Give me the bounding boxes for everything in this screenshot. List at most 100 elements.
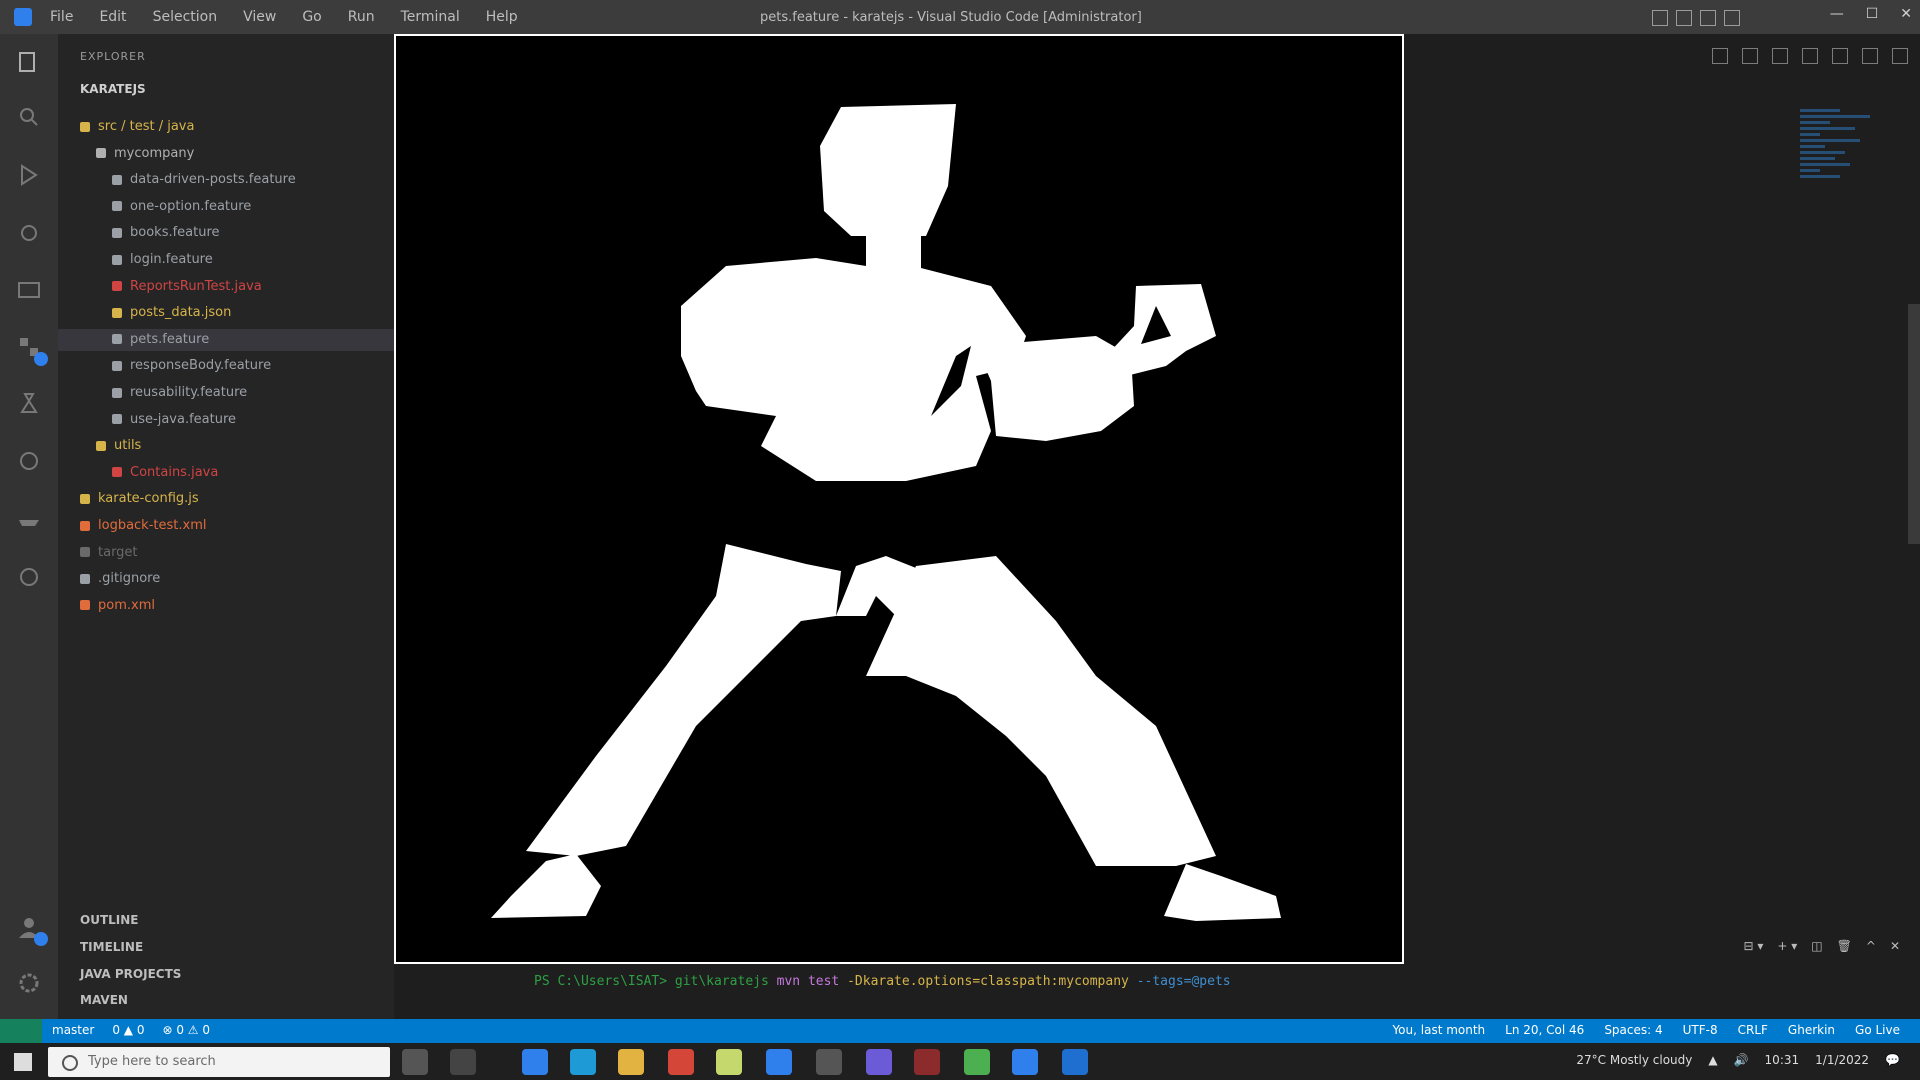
settings-gear-icon[interactable] <box>16 970 42 996</box>
clock-date[interactable]: 1/1/2022 <box>1815 1053 1869 1067</box>
tree-item-label: one-option.feature <box>130 198 252 214</box>
customize-layout-icon[interactable] <box>1724 10 1740 26</box>
tree-item[interactable]: books.feature <box>112 222 220 244</box>
toggle-secondary-sidebar-icon[interactable] <box>1700 10 1716 26</box>
volume-icon[interactable]: 🔊 <box>1734 1053 1749 1067</box>
search-icon[interactable] <box>16 104 42 130</box>
menu-selection[interactable]: Selection <box>153 9 218 25</box>
problems-count[interactable]: ⊗ 0 ⚠ 0 <box>162 1023 210 1037</box>
timeline-icon[interactable] <box>16 448 42 474</box>
toggle-panel-icon[interactable] <box>1676 10 1692 26</box>
network-icon[interactable]: ▲ <box>1708 1053 1717 1067</box>
tree-item[interactable]: mycompany <box>96 143 194 165</box>
tree-item[interactable]: posts_data.json <box>112 302 231 324</box>
task-view-icon[interactable] <box>450 1049 476 1075</box>
kill-terminal-icon[interactable]: 🗑 <box>1837 939 1852 953</box>
split-editor-icon[interactable] <box>1862 48 1878 64</box>
tree-item[interactable]: src / test / java <box>80 116 194 138</box>
menu-help[interactable]: Help <box>486 9 518 25</box>
new-terminal-icon[interactable]: + ▾ <box>1777 939 1797 953</box>
weather-widget[interactable]: 27°C Mostly cloudy <box>1576 1053 1692 1067</box>
previous-change-icon[interactable] <box>1772 48 1788 64</box>
teams-icon[interactable] <box>866 1049 892 1075</box>
terminal-taskbar-icon[interactable] <box>816 1049 842 1075</box>
run-icon[interactable] <box>1712 48 1728 64</box>
tree-item[interactable]: Contains.java <box>112 462 218 484</box>
taskbar-search-box[interactable]: Type here to search <box>48 1047 390 1077</box>
tree-item[interactable]: use-java.feature <box>112 409 236 431</box>
tree-item[interactable]: pets.feature <box>58 328 448 351</box>
app-doc-icon[interactable] <box>1062 1049 1088 1075</box>
menu-run[interactable]: Run <box>348 9 375 25</box>
close-icon[interactable]: ✕ <box>1900 6 1912 22</box>
maven-section[interactable]: MAVEN <box>80 993 128 1007</box>
remote-indicator-icon[interactable] <box>0 1019 42 1043</box>
sync-status[interactable]: 0 ▲ 0 <box>112 1023 144 1037</box>
clock-time[interactable]: 10:31 <box>1765 1053 1800 1067</box>
tree-item[interactable]: karate-config.js <box>80 488 199 510</box>
tree-item[interactable]: .gitignore <box>80 568 160 590</box>
source-control-icon[interactable] <box>16 162 42 188</box>
minimize-icon[interactable]: — <box>1830 6 1844 22</box>
editor-scrollbar[interactable] <box>1908 304 1920 544</box>
browser-icon[interactable] <box>570 1049 596 1075</box>
run-debug-icon[interactable] <box>16 220 42 246</box>
chrome-icon[interactable] <box>668 1049 694 1075</box>
cursor-position[interactable]: Ln 20, Col 46 <box>1505 1023 1584 1037</box>
git-blame[interactable]: You, last month <box>1392 1023 1485 1037</box>
file-explorer-icon[interactable] <box>618 1049 644 1075</box>
compare-icon[interactable] <box>1742 48 1758 64</box>
tree-item[interactable]: pom.xml <box>80 595 155 617</box>
encoding[interactable]: UTF-8 <box>1683 1023 1718 1037</box>
maximize-panel-icon[interactable]: ^ <box>1866 939 1876 953</box>
java-projects-icon[interactable] <box>16 564 42 590</box>
tree-item[interactable]: logback-test.xml <box>80 515 206 537</box>
testing-icon[interactable] <box>16 390 42 416</box>
menu-terminal[interactable]: Terminal <box>401 9 460 25</box>
java-projects-section[interactable]: JAVA PROJECTS <box>80 967 181 981</box>
windows-start-icon[interactable] <box>14 1053 32 1071</box>
open-changes-icon[interactable] <box>1832 48 1848 64</box>
menu-file[interactable]: File <box>50 9 73 25</box>
tree-item[interactable]: login.feature <box>112 249 213 271</box>
terminal-dropdown-icon[interactable]: ⊟ ▾ <box>1743 939 1763 953</box>
more-actions-icon[interactable] <box>1892 48 1908 64</box>
tree-item[interactable]: reusability.feature <box>112 382 247 404</box>
cortana-icon[interactable] <box>402 1049 428 1075</box>
tree-item[interactable]: ReportsRunTest.java <box>112 276 262 298</box>
explorer-icon[interactable] <box>16 50 42 76</box>
terminal-command-line[interactable]: PS C:\Users\ISAT> git\karatejs mvn test … <box>534 974 1231 989</box>
menu-edit[interactable]: Edit <box>99 9 126 25</box>
language-mode[interactable]: Gherkin <box>1788 1023 1835 1037</box>
notepad-icon[interactable] <box>716 1049 742 1075</box>
vscode-taskbar-icon[interactable] <box>766 1049 792 1075</box>
line-ending[interactable]: CRLF <box>1738 1023 1768 1037</box>
git-branch[interactable]: master <box>52 1023 94 1037</box>
docker-icon[interactable] <box>16 506 42 532</box>
tree-item-label: books.feature <box>130 225 220 241</box>
go-live-button[interactable]: Go Live <box>1855 1023 1900 1037</box>
maximize-icon[interactable]: ☐ <box>1866 6 1879 22</box>
toggle-sidebar-icon[interactable] <box>1652 10 1668 26</box>
workspace-root[interactable]: KARATEJS <box>80 82 146 96</box>
tree-item[interactable]: utils <box>96 435 141 457</box>
menu-go[interactable]: Go <box>302 9 321 25</box>
notification-icon[interactable]: 💬 <box>1885 1053 1900 1067</box>
close-panel-icon[interactable]: ✕ <box>1890 939 1900 953</box>
tree-item[interactable]: responseBody.feature <box>112 355 271 377</box>
next-change-icon[interactable] <box>1802 48 1818 64</box>
minimap[interactable] <box>1800 106 1880 306</box>
split-terminal-icon[interactable]: ◫ <box>1811 939 1822 953</box>
tree-item[interactable]: target <box>80 542 138 564</box>
edge-icon[interactable] <box>522 1049 548 1075</box>
outline-section[interactable]: OUTLINE <box>80 913 138 927</box>
tree-item[interactable]: data-driven-posts.feature <box>112 169 296 191</box>
remote-explorer-icon[interactable] <box>16 278 42 304</box>
indentation[interactable]: Spaces: 4 <box>1604 1023 1662 1037</box>
menu-view[interactable]: View <box>243 9 276 25</box>
app-blue-icon[interactable] <box>1012 1049 1038 1075</box>
tree-item[interactable]: one-option.feature <box>112 196 251 218</box>
opera-icon[interactable] <box>914 1049 940 1075</box>
app-green-icon[interactable] <box>964 1049 990 1075</box>
timeline-section[interactable]: TIMELINE <box>80 940 143 954</box>
